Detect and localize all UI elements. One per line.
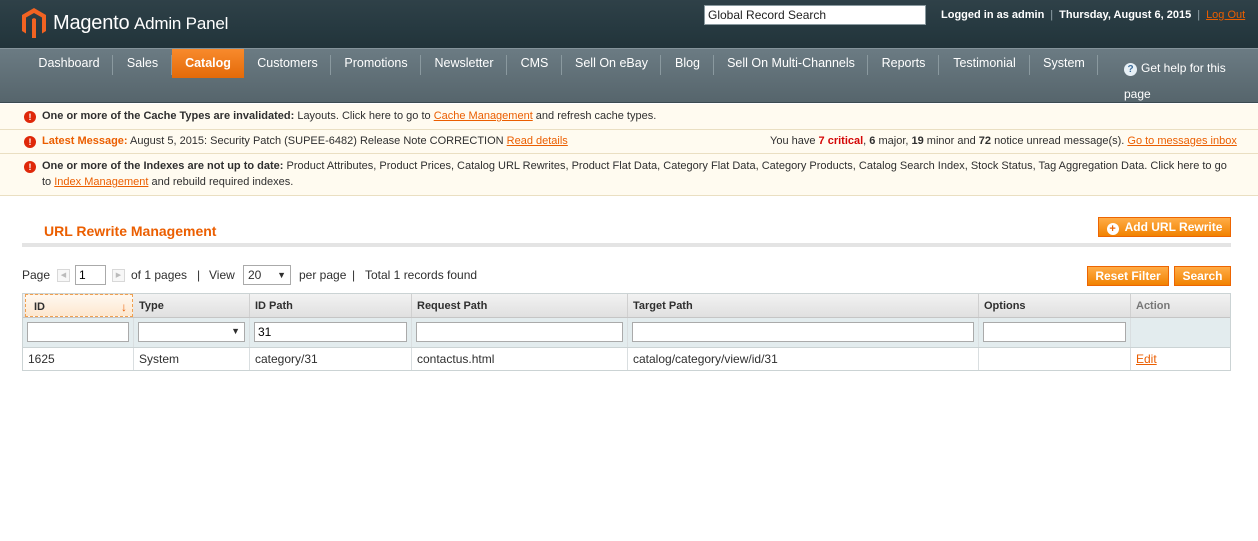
- latest-message: ! Latest Message: August 5, 2015: Securi…: [0, 130, 1258, 154]
- filter-target-path-input[interactable]: [632, 322, 974, 342]
- cell-id-path: category/31: [250, 348, 412, 370]
- cell-target-path: catalog/category/view/id/31: [628, 348, 979, 370]
- page-title: URL Rewrite Management: [44, 223, 217, 239]
- magento-logo[interactable]: Magento Admin Panel: [22, 6, 228, 40]
- url-rewrite-grid: ID ↓ Type ID Path Request Path Target Pat…: [22, 293, 1231, 371]
- nav-system[interactable]: System: [1030, 49, 1098, 78]
- column-header-options[interactable]: Options: [979, 294, 1131, 317]
- column-header-id-path[interactable]: ID Path: [250, 294, 412, 317]
- column-header-action: Action: [1136, 300, 1171, 312]
- nav-testimonial[interactable]: Testimonial: [939, 49, 1030, 78]
- sort-arrow-down-icon: ↓: [121, 300, 127, 314]
- nav-blog[interactable]: Blog: [661, 49, 714, 78]
- filter-type-select[interactable]: ▼: [138, 322, 245, 342]
- filter-id-input[interactable]: [27, 322, 129, 342]
- edit-link[interactable]: Edit: [1136, 352, 1157, 366]
- grid-header-row: ID ↓ Type ID Path Request Path Target Pat…: [23, 294, 1230, 318]
- logout-link[interactable]: Log Out: [1206, 9, 1245, 21]
- magento-logo-icon: [22, 8, 46, 38]
- total-records: Total 1 records found: [365, 268, 478, 282]
- cell-options: [979, 348, 1131, 370]
- nav-dashboard[interactable]: Dashboard: [25, 49, 113, 78]
- view-per-page-select[interactable]: 20 ▼: [243, 265, 291, 285]
- read-details-link[interactable]: Read details: [507, 135, 568, 147]
- main-navigation: Dashboard Sales Catalog Customers Promot…: [0, 48, 1258, 103]
- error-icon: !: [24, 136, 36, 148]
- grid-pager: Page ◀ ▶ of 1 pages | View 20▼ per page …: [22, 265, 502, 287]
- filter-request-path-input[interactable]: [416, 322, 623, 342]
- filter-id-path-input[interactable]: [254, 322, 407, 342]
- column-header-id[interactable]: ID ↓: [25, 294, 133, 317]
- messages-inbox-link[interactable]: Go to messages inbox: [1127, 135, 1236, 147]
- nav-sell-on-multi-channels[interactable]: Sell On Multi-Channels: [714, 49, 868, 78]
- chevron-down-icon: ▼: [231, 326, 240, 336]
- cell-id: 1625: [23, 348, 134, 370]
- help-text: Get help for this page: [1124, 61, 1226, 101]
- previous-page-icon[interactable]: ◀: [57, 269, 70, 282]
- error-icon: !: [24, 161, 36, 173]
- nav-cms[interactable]: CMS: [507, 49, 562, 78]
- cell-type: System: [134, 348, 250, 370]
- index-outdated-message: ! One or more of the Indexes are not up …: [0, 154, 1258, 196]
- column-header-type[interactable]: Type: [134, 294, 250, 317]
- nav-customers[interactable]: Customers: [244, 49, 331, 78]
- next-page-icon[interactable]: ▶: [112, 269, 125, 282]
- cell-request-path: contactus.html: [412, 348, 628, 370]
- cache-management-link[interactable]: Cache Management: [434, 110, 533, 122]
- unread-summary: You have 7 critical, 6 major, 19 minor a…: [770, 135, 1237, 147]
- filter-options-input[interactable]: [983, 322, 1126, 342]
- column-header-target-path[interactable]: Target Path: [628, 294, 979, 317]
- global-search-input[interactable]: [704, 5, 926, 25]
- nav-newsletter[interactable]: Newsletter: [421, 49, 507, 78]
- header-user-info: Logged in as admin | Thursday, August 6, 2…: [941, 9, 1246, 21]
- reset-filter-button[interactable]: Reset Filter: [1087, 266, 1169, 286]
- page-number-input[interactable]: [75, 265, 106, 285]
- nav-reports[interactable]: Reports: [868, 49, 939, 78]
- title-divider: [22, 243, 1231, 247]
- help-icon: ?: [1124, 63, 1137, 76]
- column-header-request-path[interactable]: Request Path: [412, 294, 628, 317]
- chevron-down-icon: ▼: [277, 270, 286, 280]
- table-row[interactable]: 1625 System category/31 contactus.html c…: [23, 348, 1230, 370]
- add-url-rewrite-button[interactable]: + Add URL Rewrite: [1098, 217, 1231, 237]
- admin-header: Magento Admin Panel Logged in as admin|T…: [0, 0, 1258, 48]
- index-management-link[interactable]: Index Management: [54, 176, 148, 188]
- logo-sub-text: Admin Panel: [133, 13, 229, 33]
- add-icon: +: [1106, 223, 1119, 235]
- logged-in-text: Logged in as admin: [941, 9, 1045, 21]
- header-date: Thursday, August 6, 2015: [1059, 9, 1192, 21]
- nav-catalog[interactable]: Catalog: [172, 49, 244, 78]
- grid-filter-row: ▼: [23, 318, 1230, 348]
- nav-sales[interactable]: Sales: [113, 49, 172, 78]
- nav-sell-on-ebay[interactable]: Sell On eBay: [562, 49, 661, 78]
- help-link[interactable]: ? Get help for this page: [1124, 55, 1234, 107]
- search-button[interactable]: Search: [1174, 266, 1231, 286]
- error-icon: !: [24, 111, 36, 123]
- cache-invalidated-message: ! One or more of the Cache Types are inv…: [0, 104, 1258, 130]
- nav-promotions[interactable]: Promotions: [331, 49, 421, 78]
- logo-main-text: Magento: [53, 11, 130, 34]
